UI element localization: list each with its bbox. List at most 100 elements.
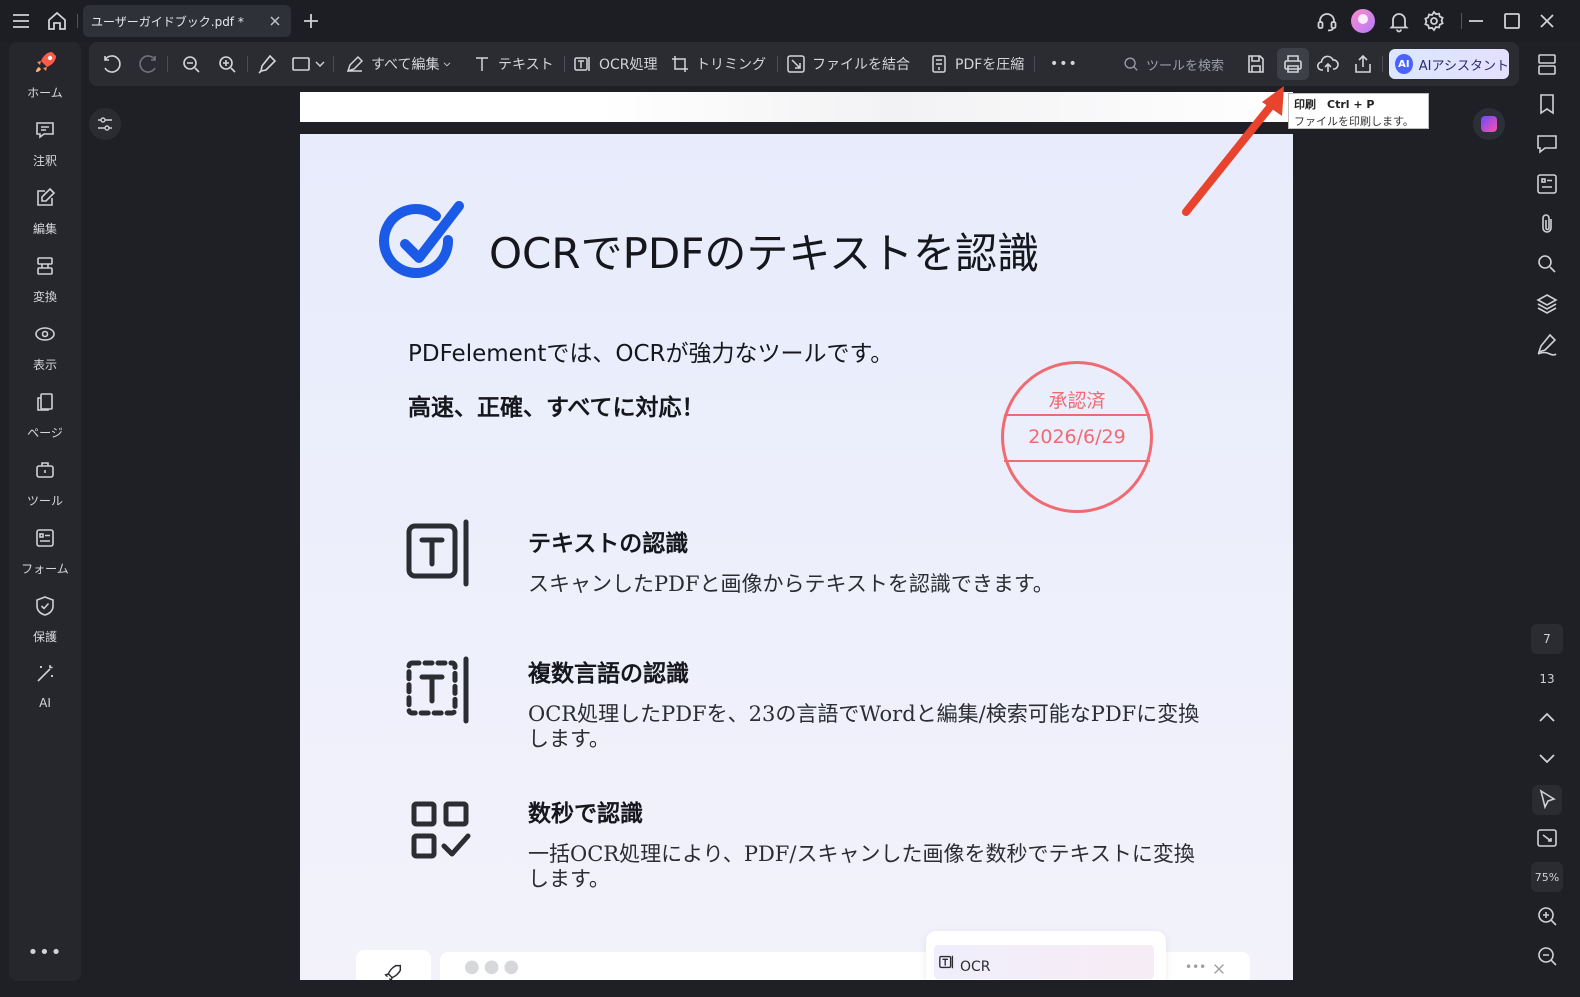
sliders-icon bbox=[98, 117, 112, 131]
form-icon bbox=[33, 526, 57, 550]
toolbar-separator bbox=[1034, 56, 1035, 72]
sidebar-item-label: 保護 bbox=[32, 630, 57, 644]
sidebar-item-label: 注釈 bbox=[32, 154, 57, 168]
hamburger-menu-icon[interactable] bbox=[9, 9, 33, 33]
convert-icon bbox=[33, 254, 57, 278]
headset-support-icon[interactable] bbox=[1315, 9, 1339, 33]
save-icon[interactable] bbox=[1244, 52, 1268, 76]
bookmark-icon[interactable] bbox=[1534, 91, 1560, 117]
minimize-icon[interactable] bbox=[1464, 9, 1488, 33]
rocket-icon bbox=[36, 52, 56, 72]
sidebar-item-convert[interactable]: 変換 bbox=[9, 246, 81, 308]
close-window-icon[interactable] bbox=[1535, 9, 1559, 33]
ai-assistant-button[interactable]: AI AIアシスタント bbox=[1389, 49, 1509, 79]
compress-icon bbox=[932, 55, 946, 73]
sidebar-item-form[interactable]: フォーム bbox=[9, 518, 81, 580]
feature-title: 複数言語の認識 bbox=[528, 661, 689, 687]
maximize-icon[interactable] bbox=[1500, 9, 1524, 33]
fit-page-icon[interactable] bbox=[1534, 825, 1560, 851]
ocr-icon bbox=[574, 57, 590, 71]
next-page-chevron-down-icon[interactable] bbox=[1534, 745, 1560, 771]
sidebar-item-home[interactable]: ホーム bbox=[9, 42, 81, 104]
merge-files-button[interactable]: ファイルを結合 bbox=[786, 52, 910, 76]
compress-pdf-button[interactable]: PDFを圧縮 bbox=[929, 52, 1024, 76]
more-tools-button[interactable]: ••• bbox=[1050, 52, 1078, 76]
select-cursor-tool-icon[interactable] bbox=[1532, 785, 1562, 815]
red-pointer-arrow bbox=[1182, 86, 1284, 216]
crop-icon bbox=[672, 56, 688, 72]
feature-title: テキストの認識 bbox=[528, 531, 689, 557]
zoom-out-icon[interactable] bbox=[179, 52, 203, 76]
ai-logo-icon: AI bbox=[1395, 54, 1413, 74]
previous-page-chevron-up-icon[interactable] bbox=[1534, 705, 1560, 731]
sidebar-item-protect[interactable]: 保護 bbox=[9, 586, 81, 648]
layers-icon[interactable] bbox=[1534, 291, 1560, 317]
comments-panel-icon[interactable] bbox=[1534, 131, 1560, 157]
previous-page-bottom bbox=[300, 92, 1293, 122]
intro-text: PDFelementでは、OCRが強力なツールです。 bbox=[408, 341, 894, 367]
bell-notification-icon[interactable] bbox=[1387, 9, 1411, 33]
form-fields-panel-icon[interactable] bbox=[1534, 171, 1560, 197]
toolbar-separator bbox=[247, 56, 248, 72]
edit-icon bbox=[33, 186, 57, 210]
ocr-button[interactable]: OCR処理 bbox=[573, 52, 658, 76]
page-heading: OCRでPDFのテキストを認識 bbox=[489, 229, 1040, 278]
edit-all-button[interactable]: すべて編集 bbox=[345, 52, 453, 76]
current-page-number[interactable]: 7 bbox=[1531, 624, 1563, 654]
new-tab-plus-icon[interactable] bbox=[299, 9, 323, 33]
sidebar-item-annotate[interactable]: 注釈 bbox=[9, 110, 81, 172]
sidebar-item-view[interactable]: 表示 bbox=[9, 314, 81, 376]
toolbar-separator bbox=[333, 56, 334, 72]
crop-label: トリミング bbox=[696, 57, 766, 73]
illustration-rocket-card bbox=[356, 950, 431, 980]
tab-title: ユーザーガイドブック.pdf * bbox=[91, 15, 244, 29]
shape-dropdown-chevron-icon[interactable] bbox=[313, 52, 327, 76]
signature-pen-icon[interactable] bbox=[1534, 331, 1560, 357]
main-toolbar: すべて編集 テキスト OCR処理 トリミング ファイルを結合 PDFを圧縮 ••… bbox=[89, 42, 1519, 86]
print-tooltip: 印刷 Ctrl + P ファイルを印刷します。 bbox=[1288, 93, 1429, 129]
sidebar-item-label: 編集 bbox=[32, 222, 57, 236]
approved-stamp[interactable]: 承認済 2026/6/29 bbox=[1001, 361, 1153, 513]
highlighter-icon[interactable] bbox=[255, 52, 279, 76]
text-recognition-icon bbox=[406, 518, 476, 588]
rocket-outline-icon bbox=[384, 964, 402, 980]
gear-settings-icon[interactable] bbox=[1422, 9, 1446, 33]
zoom-level[interactable]: 75% bbox=[1531, 862, 1563, 892]
cloud-upload-icon[interactable] bbox=[1316, 52, 1340, 76]
stamp-line bbox=[1004, 460, 1150, 462]
sidebar-item-ai[interactable]: AI bbox=[9, 654, 81, 716]
home-icon[interactable] bbox=[45, 9, 69, 33]
text-tool-button[interactable]: テキスト bbox=[472, 52, 554, 76]
sidebar-item-tools[interactable]: ツール bbox=[9, 450, 81, 512]
rectangle-shape-icon[interactable] bbox=[289, 52, 313, 76]
zoom-out-icon[interactable] bbox=[1534, 943, 1560, 969]
toolbar-separator bbox=[167, 56, 168, 72]
sidebar-item-page[interactable]: ページ bbox=[9, 382, 81, 444]
sidebar-item-edit[interactable]: 編集 bbox=[9, 178, 81, 240]
zoom-in-icon[interactable] bbox=[215, 52, 239, 76]
close-tab-icon[interactable] bbox=[267, 13, 283, 29]
view-settings-sliders-button[interactable] bbox=[89, 108, 121, 140]
undo-icon[interactable] bbox=[101, 52, 125, 76]
text-icon bbox=[476, 57, 488, 71]
thumbnails-panel-icon[interactable] bbox=[1534, 51, 1560, 77]
print-icon[interactable] bbox=[1281, 52, 1305, 76]
search-document-icon[interactable] bbox=[1534, 251, 1560, 277]
window-controls-separator bbox=[1461, 13, 1462, 29]
floating-assistant-button[interactable] bbox=[1473, 108, 1505, 140]
document-tab[interactable]: ユーザーガイドブック.pdf * bbox=[83, 5, 291, 37]
intro-tagline: 高速、正確、すべてに対応！ bbox=[408, 395, 705, 421]
zoom-in-icon[interactable] bbox=[1534, 903, 1560, 929]
tool-search[interactable]: ツールを検索 bbox=[1122, 52, 1224, 76]
edit-all-label: すべて編集 bbox=[371, 57, 440, 73]
user-avatar[interactable] bbox=[1351, 9, 1375, 33]
redo-icon[interactable] bbox=[135, 52, 159, 76]
crop-button[interactable]: トリミング bbox=[670, 52, 766, 76]
merge-label: ファイルを結合 bbox=[812, 57, 910, 73]
share-export-icon[interactable] bbox=[1351, 52, 1375, 76]
sidebar-more-button[interactable]: ••• bbox=[9, 942, 81, 963]
edit-all-icon bbox=[346, 55, 364, 73]
tab-separator bbox=[77, 14, 78, 28]
total-pages: 13 bbox=[1539, 672, 1555, 686]
attachment-paperclip-icon[interactable] bbox=[1534, 211, 1560, 237]
